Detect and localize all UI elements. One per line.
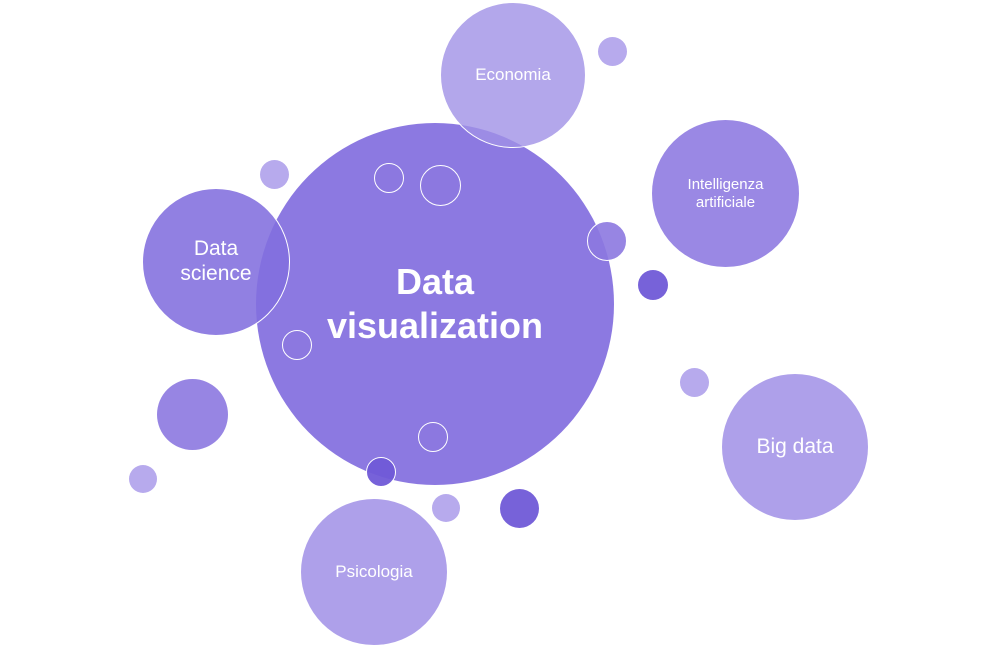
decorative-bubble [638, 270, 668, 300]
topic-bubble-intelligenza-artificiale: Intelligenza artificiale [652, 120, 799, 267]
bubble-diagram: Data visualization Economia Intelligenza… [0, 0, 996, 645]
topic-bubble-economia: Economia [440, 2, 586, 148]
topic-label: Big data [756, 434, 834, 458]
topic-label: Economia [475, 64, 551, 84]
decorative-bubble [157, 379, 228, 450]
decorative-bubble [374, 163, 404, 193]
topic-label: Intelligenza artificiale [687, 175, 764, 211]
topic-bubble-psicologia: Psicologia [301, 499, 447, 645]
decorative-bubble [260, 160, 289, 189]
decorative-bubble [587, 221, 627, 261]
decorative-bubble [680, 368, 709, 397]
main-topic-label: Data visualization [326, 261, 544, 346]
decorative-bubble [420, 165, 461, 206]
decorative-bubble [129, 465, 157, 493]
topic-bubble-data-science: Data science [142, 188, 290, 336]
decorative-bubble [598, 37, 627, 66]
topic-bubble-big-data: Big data [722, 374, 868, 520]
decorative-bubble [432, 494, 460, 522]
decorative-bubble [282, 330, 312, 360]
topic-label: Data science [180, 237, 252, 285]
topic-label: Psicologia [335, 561, 413, 581]
decorative-bubble [500, 489, 539, 528]
decorative-bubble [418, 422, 448, 452]
decorative-bubble [366, 457, 396, 487]
